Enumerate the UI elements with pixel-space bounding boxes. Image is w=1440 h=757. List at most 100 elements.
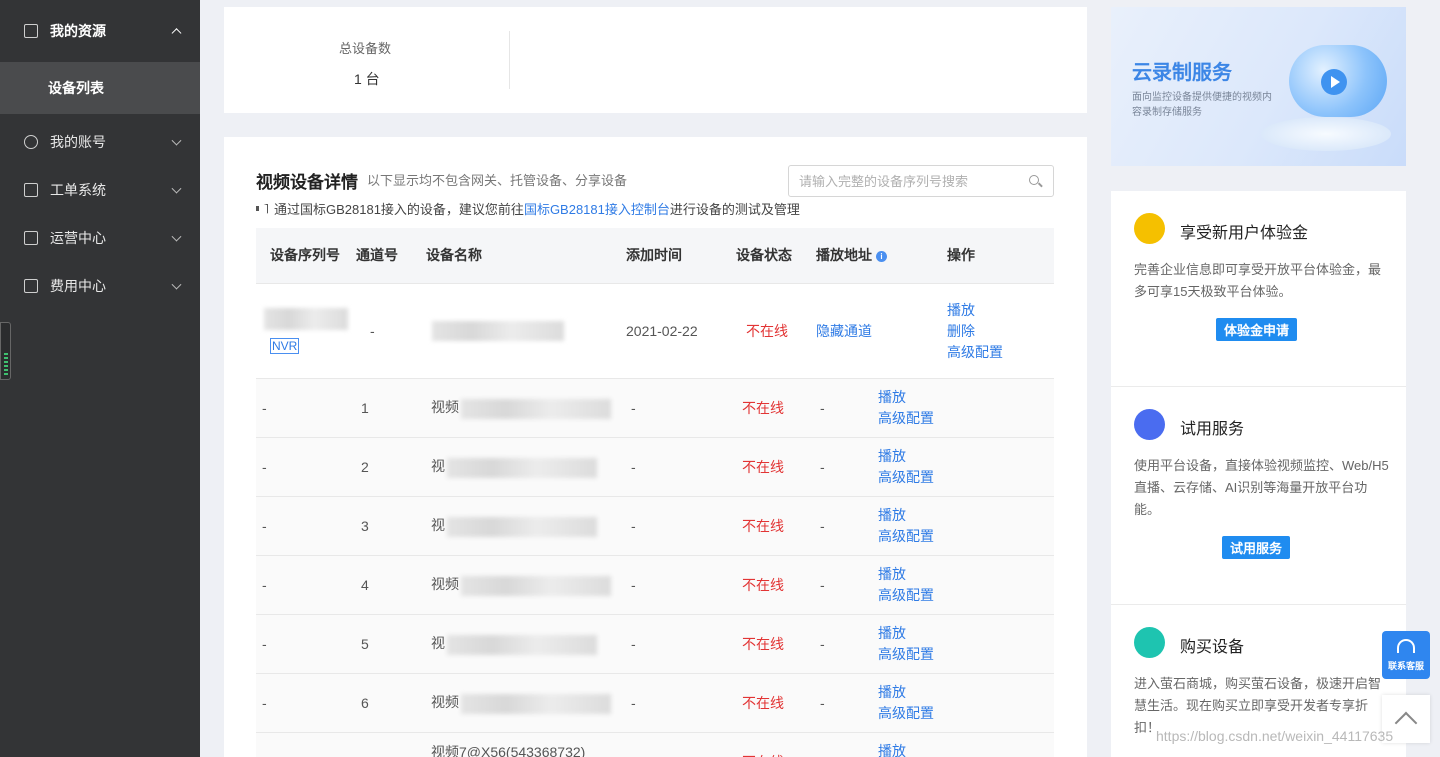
chevron-down-icon — [171, 279, 182, 290]
document-icon — [24, 24, 38, 38]
nav-my-account[interactable]: 我的账号 — [0, 118, 200, 166]
stats-panel: 总设备数 1 台 — [224, 7, 1087, 113]
advanced-config-link[interactable]: 高级配置 — [878, 644, 1054, 665]
nav-label: 我的资源 — [50, 23, 106, 39]
section-title: 视频设备详情 — [256, 173, 358, 192]
channel-row: -7视频7@X56(543368732)-不在线-播放高级配置 — [256, 732, 1054, 757]
channel-added: - — [631, 614, 740, 674]
promo-cards: 享受新用户体验金 完善企业信息即可享受开放平台体验金，最多可享15天极致平台体验… — [1111, 191, 1406, 757]
banner-illustration-base — [1261, 117, 1391, 151]
nav-operations[interactable]: 运营中心 — [0, 214, 200, 262]
channel-name-cell: 视 — [431, 496, 631, 556]
delete-link[interactable]: 删除 — [947, 321, 1054, 342]
channel-name-cell: 视频 — [431, 378, 631, 438]
trial-credit-apply-button[interactable]: 体验金申请 — [1216, 318, 1298, 341]
channel-number: 6 — [361, 673, 431, 733]
masked-name — [432, 321, 564, 342]
advanced-config-link[interactable]: 高级配置 — [878, 703, 1054, 724]
channel-actions: 播放高级配置 — [878, 614, 1054, 674]
banner-desc: 面向监控设备提供便捷的视频内容录制存储服务 — [1132, 92, 1272, 118]
play-link[interactable]: 播放 — [878, 446, 1054, 467]
channel-added: - — [631, 673, 740, 733]
stat-value: 1 台 — [354, 71, 380, 87]
nav-tickets[interactable]: 工单系统 — [0, 166, 200, 214]
play-link[interactable]: 播放 — [947, 300, 1054, 321]
nav-label: 费用中心 — [50, 278, 106, 294]
nav-label: 运营中心 — [50, 230, 106, 246]
col-status: 设备状态 — [736, 228, 816, 283]
channel-name-prefix: 视 — [431, 635, 445, 652]
device-status: 不在线 — [736, 282, 816, 379]
masked-serial — [264, 308, 348, 331]
side-drag-handle[interactable] — [0, 322, 11, 380]
notice-suffix: 进行设备的测试及管理 — [669, 202, 800, 217]
advanced-config-link[interactable]: 高级配置 — [947, 342, 1054, 363]
channel-added: - — [631, 732, 740, 757]
chevron-down-icon — [171, 183, 182, 194]
trial-service-button[interactable]: 试用服务 — [1222, 536, 1291, 559]
channel-row: -1 视频 - 不在线 - 播放 高级配置 — [256, 378, 1054, 438]
nav-billing[interactable]: 费用中心 — [0, 262, 200, 310]
advanced-config-link[interactable]: 高级配置 — [878, 467, 1054, 488]
channel-added: - — [631, 496, 740, 556]
play-link[interactable]: 播放 — [878, 564, 1054, 585]
device-play-url-cell: 隐藏通道 — [816, 282, 947, 379]
channel-row: -6 视频 - 不在线 - 播放 高级配置 — [256, 673, 1054, 733]
channel-actions: 播放高级配置 — [878, 555, 1054, 615]
masked-name — [447, 457, 597, 478]
divider — [509, 31, 510, 89]
advanced-config-link[interactable]: 高级配置 — [878, 585, 1054, 606]
cloud-recording-banner[interactable]: 云录制服务 面向监控设备提供便捷的视频内容录制存储服务 — [1111, 7, 1406, 166]
play-link[interactable]: 播放 — [878, 741, 1054, 757]
channel-name-cell: 视 — [431, 614, 631, 674]
masked-name — [447, 634, 597, 655]
channel-actions: 播放高级配置 — [878, 673, 1054, 733]
device-serial-cell: NVR — [256, 282, 356, 379]
sidebar: 我的资源 设备列表 我的账号 工单系统 运营中心 费用中心 — [0, 0, 200, 757]
device-row: NVR - 2021-02-22 不在线 隐藏通道 播放 删除 高级配置 — [256, 282, 1054, 379]
channel-play-url: - — [820, 614, 878, 674]
hide-channel-link[interactable]: 隐藏通道 — [816, 323, 872, 339]
device-channel: - — [356, 282, 426, 379]
info-icon[interactable]: i — [876, 251, 887, 263]
nav-label: 工单系统 — [50, 182, 106, 198]
play-link[interactable]: 播放 — [878, 623, 1054, 644]
play-link[interactable]: 播放 — [878, 505, 1054, 526]
speaker-icon — [256, 203, 268, 214]
contact-service-label: 联系客服 — [1387, 661, 1424, 671]
shopping-bag-icon — [1134, 627, 1165, 658]
gb28181-console-link[interactable]: 国标GB28181接入控制台 — [524, 199, 670, 218]
channel-play-url: - — [820, 673, 878, 733]
nav-my-resources[interactable]: 我的资源 — [0, 0, 200, 62]
channel-play-url: - — [820, 732, 878, 757]
serial-search-input[interactable] — [788, 165, 1054, 197]
channel-number: 7 — [361, 732, 431, 757]
wallet-icon — [24, 279, 38, 293]
channel-row: -2 视 - 不在线 - 播放 高级配置 — [256, 437, 1054, 497]
channel-name-prefix: 视 — [431, 517, 445, 534]
col-added: 添加时间 — [626, 228, 736, 283]
masked-name — [461, 398, 611, 419]
channel-play-url: - — [820, 437, 878, 497]
play-link[interactable]: 播放 — [878, 682, 1054, 703]
search-icon[interactable] — [1029, 175, 1039, 185]
ticket-icon — [24, 183, 38, 197]
advanced-config-link[interactable]: 高级配置 — [878, 408, 1054, 429]
nav-device-list[interactable]: 设备列表 — [0, 62, 200, 114]
masked-name — [461, 693, 611, 714]
table-header: 设备序列号 通道号 设备名称 添加时间 设备状态 播放地址 i 操作 — [256, 228, 1054, 283]
card-desc: 使用平台设备，直接体验视频监控、Web/H5直播、云存储、AI识别等海量开放平台… — [1134, 458, 1389, 517]
channel-serial: - — [256, 732, 361, 757]
contact-service-button[interactable]: 联系客服 — [1382, 631, 1430, 679]
bookmark-icon — [1134, 409, 1165, 440]
channel-name-prefix: 视频 — [431, 399, 459, 416]
masked-name — [461, 575, 611, 596]
channel-row: -3 视 - 不在线 - 播放 高级配置 — [256, 496, 1054, 556]
col-serial: 设备序列号 — [256, 228, 356, 283]
play-link[interactable]: 播放 — [878, 387, 1054, 408]
channel-status: 不在线 — [740, 496, 820, 556]
notice-bar: 通过国标GB28181接入的设备，建议您前往 国标GB28181接入控制台 进行设备… — [256, 199, 800, 218]
advanced-config-link[interactable]: 高级配置 — [878, 526, 1054, 547]
chevron-down-icon — [171, 231, 182, 242]
col-play-url: 播放地址 i — [816, 228, 947, 283]
